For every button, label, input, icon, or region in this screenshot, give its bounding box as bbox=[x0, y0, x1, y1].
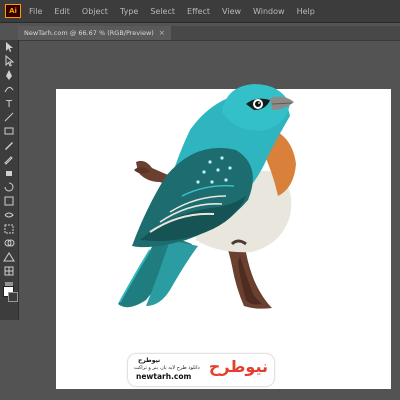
watermark-brand: نیوطرح bbox=[208, 357, 268, 376]
bird-illustration bbox=[118, 84, 296, 309]
watermark-url: newtarh.com bbox=[136, 372, 192, 381]
watermark-subtitle: دانلود طرح لایه باز، بنر و تراکت bbox=[134, 365, 200, 371]
watermark-title: نیوطرح bbox=[138, 357, 161, 364]
watermark-badge: نیوطرح نیوطرح دانلود طرح لایه باز، بنر و… bbox=[128, 354, 274, 386]
